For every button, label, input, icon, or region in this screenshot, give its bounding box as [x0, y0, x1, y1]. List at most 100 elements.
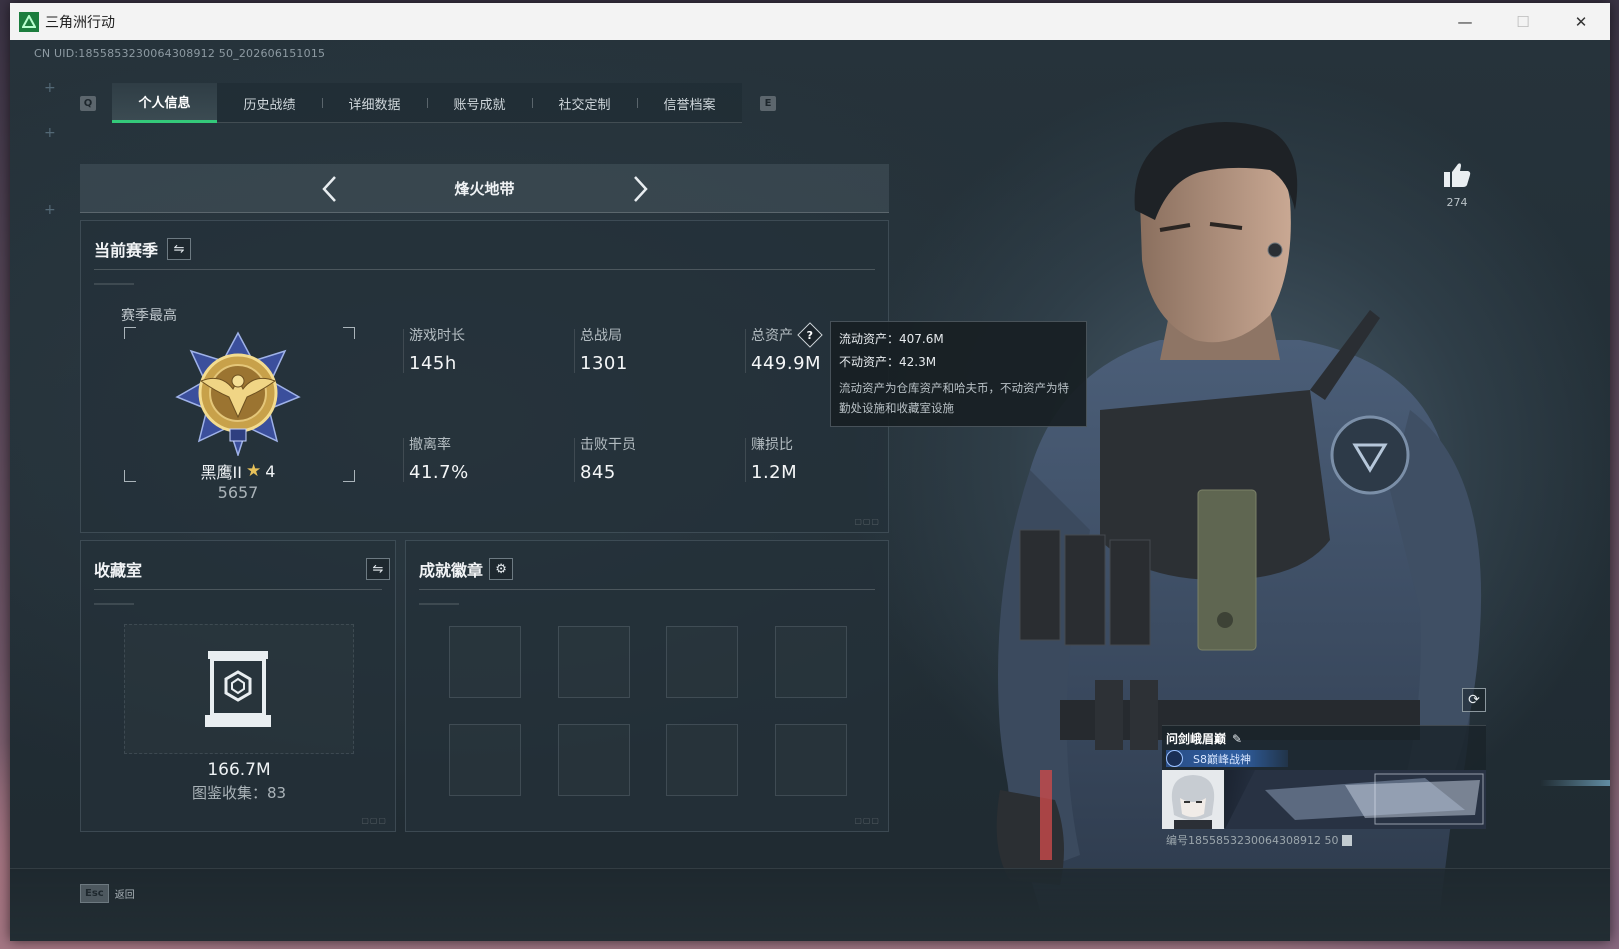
rank-name: 黑鹰II [200, 463, 242, 482]
close-button[interactable]: ✕ [1552, 3, 1610, 40]
rank-score: 5657 [217, 483, 259, 502]
tab-personal-info[interactable]: 个人信息 [112, 83, 217, 123]
frame-corner [124, 327, 136, 339]
tooltip-liquid-assets: 流动资产：407.6M [839, 332, 944, 346]
stat-label-row: 总资产 ? [751, 322, 823, 348]
player-name-card[interactable]: 问剑峨眉巅 ✎ S8巅峰战神 [1162, 725, 1486, 829]
badge-settings-button[interactable]: ⚙ [489, 558, 514, 580]
badge-slot[interactable] [775, 724, 847, 796]
tab-detailed-data[interactable]: 详细数据 [322, 83, 427, 123]
edit-name-icon[interactable]: ✎ [1232, 732, 1242, 746]
like-count: 274 [1446, 196, 1468, 209]
stat-divider [403, 438, 404, 482]
swap-collection-button[interactable]: ⇋ [366, 558, 390, 580]
tab-social-custom[interactable]: 社交定制 [532, 83, 637, 123]
stat-value: 41.7% [409, 462, 469, 483]
achievement-badges-panel: 成就徽章 ⚙ ▢▢▢ [405, 540, 889, 832]
tab-list: 个人信息 历史战绩 详细数据 账号成就 社交定制 信誉档案 [112, 83, 742, 123]
swap-season-button[interactable]: ⇋ [167, 238, 192, 260]
player-title-badge: S8巅峰战神 [1166, 750, 1288, 767]
stat-profit-ratio: 赚损比 1.2M [745, 434, 797, 483]
swap-icon: ⇋ [372, 561, 384, 577]
stat-value: 145h [409, 353, 457, 374]
delta-force-logo-icon [19, 11, 39, 32]
season-panel-title: 当前赛季 [94, 241, 159, 260]
badge-slot[interactable] [449, 626, 521, 698]
stat-total-matches: 总战局 1301 [574, 325, 628, 374]
footer-bar: Esc 返回 [10, 868, 1610, 941]
stat-divider [574, 438, 575, 482]
rotate-model-button[interactable]: ⟳ [1462, 688, 1486, 712]
back-button[interactable]: Esc 返回 [80, 884, 135, 903]
stat-label: 赚损比 [751, 437, 793, 453]
minimize-button[interactable]: — [1436, 3, 1494, 40]
frame-corner [343, 327, 355, 339]
like-box[interactable]: 274 [1437, 162, 1477, 209]
back-label: 返回 [114, 890, 135, 901]
panel-sub-deco [419, 603, 459, 605]
uid-text: CN UID:1855853230064308912 50_2026061510… [34, 47, 326, 60]
assets-tooltip: 流动资产：407.6M 不动资产：42.3M 流动资产为仓库资产和哈夫币，不动资… [830, 321, 1087, 427]
stat-value: 1301 [580, 353, 628, 374]
stat-label: 击败干员 [580, 437, 636, 453]
app-window: 三角洲行动 — ☐ ✕ CN UID:1855853230064308912 5… [10, 3, 1610, 941]
stat-divider [745, 438, 746, 482]
rank-stars: 4 [265, 461, 276, 481]
panel-sub-deco [94, 603, 134, 605]
plus-deco-icon: + [44, 80, 56, 96]
thumbs-up-icon[interactable] [1443, 162, 1471, 188]
stat-divider [574, 329, 575, 373]
stat-divider [403, 329, 404, 373]
corner-deco: ▢▢▢ [854, 816, 880, 825]
panel-divider [94, 269, 875, 270]
panel-divider [419, 589, 875, 590]
black-hawk-rank-medal-icon [175, 331, 301, 456]
tab-match-history[interactable]: 历史战绩 [217, 83, 322, 123]
window-titlebar: 三角洲行动 — ☐ ✕ [10, 3, 1610, 40]
window-title: 三角洲行动 [45, 14, 115, 31]
mode-selector: 烽火地带 [80, 164, 889, 213]
stat-label: 游戏时长 [409, 328, 465, 344]
badge-slot[interactable] [449, 724, 521, 796]
title-emblem-icon [1166, 750, 1183, 767]
swap-icon: ⇋ [173, 241, 185, 257]
maximize-button[interactable]: ☐ [1494, 3, 1552, 40]
collection-room-panel[interactable]: 收藏室 ⇋ 166.7M 图鉴收集：83 ▢▢▢ [80, 540, 396, 832]
badge-slot[interactable] [775, 626, 847, 698]
chevron-left-icon[interactable] [318, 174, 342, 204]
corner-deco: ▢▢▢ [361, 816, 387, 825]
plus-deco-icon: + [44, 125, 56, 141]
stat-divider [745, 329, 746, 373]
question-icon[interactable]: ? [797, 322, 823, 348]
stat-total-assets: 总资产 ? 449.9M [745, 322, 823, 374]
stat-extract-rate: 撤离率 41.7% [403, 434, 469, 483]
collection-value: 166.7M [207, 760, 271, 780]
stat-value: 845 [580, 462, 616, 483]
avatar[interactable] [1162, 770, 1224, 829]
prev-tab-key-hint[interactable]: Q [80, 95, 96, 111]
tab-credit-record[interactable]: 信誉档案 [637, 83, 742, 123]
player-name-row: 问剑峨眉巅 ✎ [1166, 730, 1242, 747]
stat-label: 总资产 [751, 328, 793, 344]
badge-slot[interactable] [558, 724, 630, 796]
copy-icon[interactable] [1342, 834, 1353, 846]
chevron-right-icon[interactable] [628, 174, 652, 204]
profile-tabbar: Q 个人信息 历史战绩 详细数据 账号成就 社交定制 信誉档案 E [80, 83, 776, 123]
next-tab-key-hint[interactable]: E [760, 95, 776, 111]
tooltip-fixed-assets: 不动资产：42.3M [839, 355, 937, 369]
player-id: 编号1855853230064308912 50 [1166, 834, 1339, 847]
name-card-banner [1225, 770, 1486, 829]
stat-label: 总战局 [580, 328, 622, 344]
rank-line: 黑鹰II ★ 4 [121, 459, 355, 483]
achievements-panel-title: 成就徽章 [419, 561, 484, 580]
edge-glow-deco [1540, 780, 1610, 786]
badge-slot[interactable] [666, 724, 738, 796]
display-case-icon [205, 651, 271, 727]
badge-slot[interactable] [558, 626, 630, 698]
panel-divider [94, 589, 382, 590]
player-id-row: 编号1855853230064308912 50 [1166, 832, 1353, 848]
mode-title: 烽火地带 [454, 179, 515, 198]
tab-achievements[interactable]: 账号成就 [427, 83, 532, 123]
badge-slot[interactable] [666, 626, 738, 698]
player-title: S8巅峰战神 [1193, 752, 1251, 766]
